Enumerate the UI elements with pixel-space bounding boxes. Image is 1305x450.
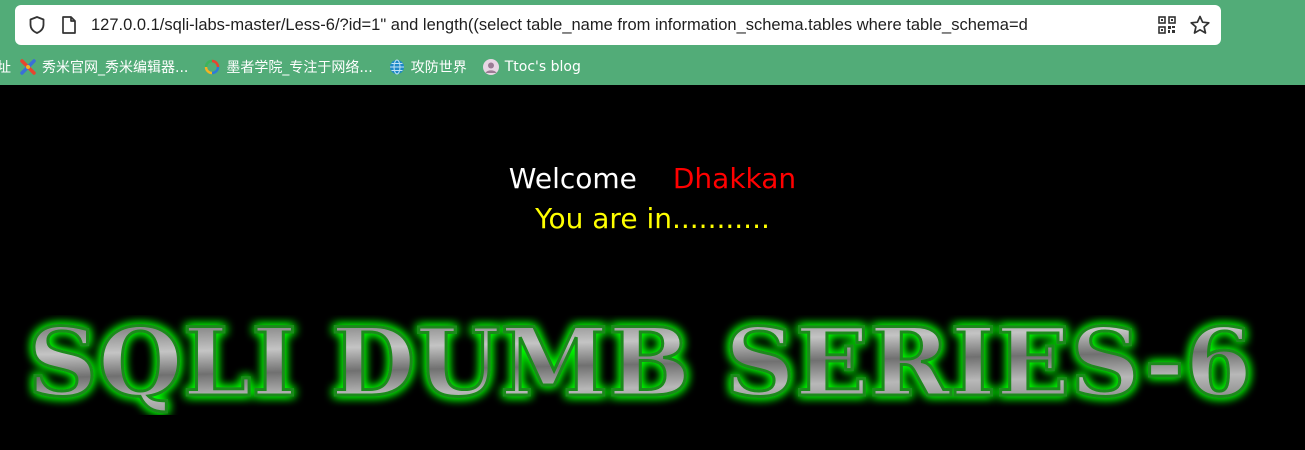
page-content: Welcome Dhakkan You are in........... SQ… — [0, 85, 1305, 450]
welcome-line: Welcome Dhakkan — [0, 159, 1305, 199]
mozhe-icon — [205, 59, 220, 75]
star-icon[interactable] — [1188, 5, 1212, 45]
bookmark-item-mozhe[interactable]: 墨者学院_专注于网络... — [204, 57, 373, 77]
xiumi-icon — [20, 59, 36, 75]
qr-code-icon[interactable] — [1155, 5, 1179, 45]
bookmark-label: 墨者学院_专注于网络... — [226, 60, 373, 76]
address-bar[interactable]: 127.0.0.1/sqli-labs-master/Less-6/?id=1"… — [15, 5, 1221, 45]
shield-icon[interactable] — [25, 5, 49, 45]
banner-text: SQLI DUMB SERIES-6 — [28, 315, 1253, 415]
globe-icon — [389, 59, 404, 75]
bookmark-item-xiumi[interactable]: 秀米官网_秀米编辑器... — [20, 57, 188, 77]
bookmark-item-cut[interactable]: 址 — [0, 57, 11, 77]
bookmark-label: 攻防世界 — [410, 60, 467, 76]
avatar-icon — [482, 59, 499, 75]
page-icon[interactable] — [57, 5, 81, 45]
status-message: You are in........... — [535, 202, 770, 235]
bookmark-label: 秀米官网_秀米编辑器... — [42, 60, 189, 76]
welcome-text: Welcome — [508, 162, 637, 195]
bookmark-label: 址 — [0, 60, 11, 76]
bookmark-label: Ttoc's blog — [504, 59, 581, 75]
bookmarks-bar: 址 秀米官网_秀米编辑器... 墨者学院_专注于网络... 攻防世界 Ttoc'… — [0, 52, 1305, 82]
bookmark-item-gongfang[interactable]: 攻防世界 — [389, 57, 467, 77]
user-name: Dhakkan — [672, 162, 797, 195]
browser-chrome: 127.0.0.1/sqli-labs-master/Less-6/?id=1"… — [0, 0, 1305, 85]
url-text[interactable]: 127.0.0.1/sqli-labs-master/Less-6/?id=1"… — [91, 5, 1163, 45]
sqli-dumb-series-banner: SQLI DUMB SERIES-6 — [26, 315, 1254, 415]
bookmark-item-ttoc[interactable]: Ttoc's blog — [482, 59, 581, 75]
